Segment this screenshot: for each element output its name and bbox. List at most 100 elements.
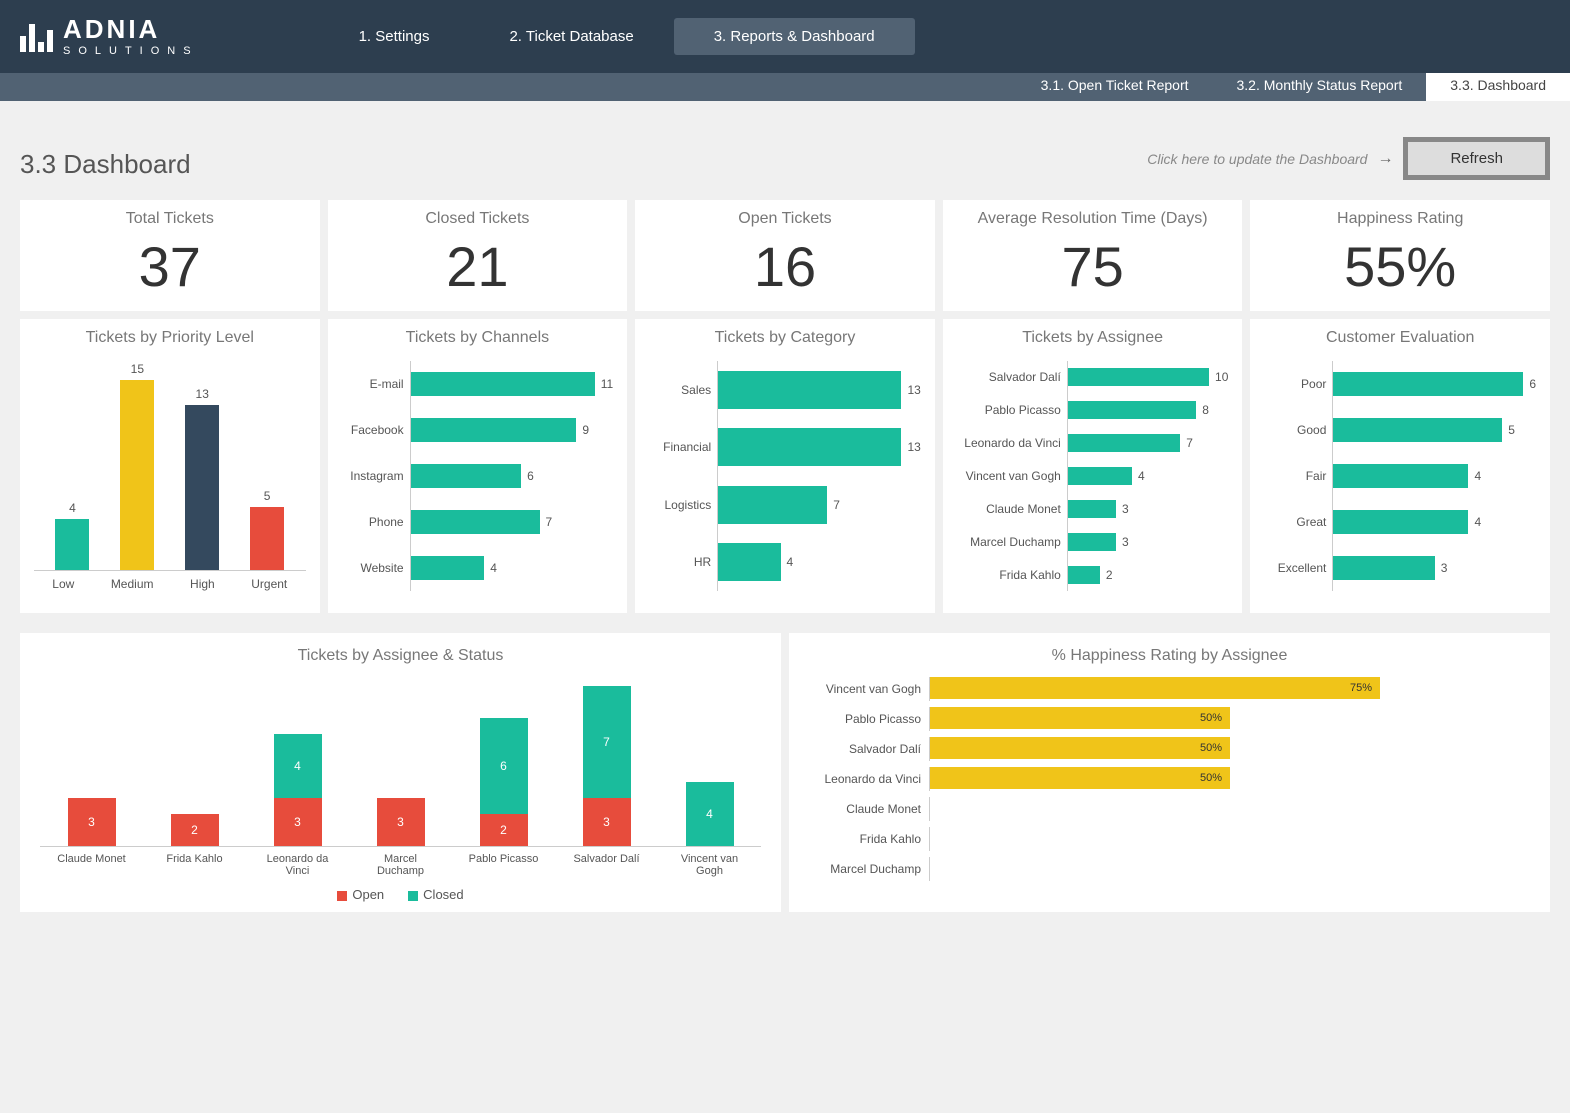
kpi-value: 55% (1250, 234, 1550, 311)
refresh-button[interactable]: Refresh (1403, 137, 1550, 180)
bar-value: 7 (833, 498, 840, 512)
bar: 50% (930, 707, 1230, 729)
bar (1333, 418, 1502, 442)
bar (411, 556, 485, 580)
bar: 50% (930, 767, 1230, 789)
kpi-label: Happiness Rating (1250, 200, 1550, 234)
bar (1068, 533, 1116, 551)
axis-label: Facebook (342, 423, 410, 437)
bar (1333, 464, 1468, 488)
axis-label: Low (52, 577, 74, 591)
bar (411, 372, 595, 396)
bar (1333, 510, 1468, 534)
chart-assignee: Tickets by Assignee Salvador Dalí10Pablo… (943, 319, 1243, 613)
axis-label: Vincent van Gogh (673, 853, 747, 877)
main-nav: 1. Settings 2. Ticket Database 3. Report… (319, 18, 915, 55)
axis-label: Excellent (1264, 561, 1332, 575)
bar-value: 13 (907, 440, 920, 454)
bar (1068, 401, 1196, 419)
axis-label: Leonardo da Vinci (261, 853, 335, 877)
nav-ticket-database[interactable]: 2. Ticket Database (469, 18, 673, 55)
axis-label: Frida Kahlo (158, 853, 232, 877)
chart-category: Tickets by Category Sales13Financial13Lo… (635, 319, 935, 613)
bar (718, 543, 780, 581)
axis-label: Pablo Picasso (809, 712, 929, 726)
kpi-value: 16 (635, 234, 935, 311)
chart-happiness: % Happiness Rating by Assignee Vincent v… (789, 633, 1550, 912)
logo-subtitle: SOLUTIONS (63, 46, 199, 57)
axis-label: Leonardo da Vinci (957, 436, 1067, 450)
bar-value: 13 (196, 387, 209, 401)
refresh-hint: Click here to update the Dashboard (1147, 151, 1367, 167)
bar-value: 4 (1474, 515, 1481, 529)
bar-segment: 3 (377, 798, 425, 846)
axis-label: HR (649, 555, 717, 569)
kpi-avg-resolution: Average Resolution Time (Days)75 (943, 200, 1243, 311)
kpi-open-tickets: Open Tickets16 (635, 200, 935, 311)
dashboard-grid: Total Tickets37 Closed Tickets21 Open Ti… (0, 180, 1570, 633)
bar-segment: 4 (274, 734, 322, 798)
axis-label: Salvador Dalí (570, 853, 644, 877)
subnav-open-ticket[interactable]: 3.1. Open Ticket Report (1017, 73, 1213, 101)
bar-value: 8 (1202, 403, 1209, 417)
bar-value: 5 (1508, 423, 1515, 437)
subnav-dashboard[interactable]: 3.3. Dashboard (1426, 73, 1570, 101)
axis-label: Marcel Duchamp (364, 853, 438, 877)
axis-label: Leonardo da Vinci (809, 772, 929, 786)
subnav-monthly-status[interactable]: 3.2. Monthly Status Report (1213, 73, 1427, 101)
bar-segment: 3 (583, 798, 631, 846)
bar-value: 6 (527, 469, 534, 483)
axis-label: Claude Monet (55, 853, 129, 877)
bar: 50% (930, 737, 1230, 759)
axis-label: High (190, 577, 215, 591)
bar-value: 9 (582, 423, 589, 437)
legend-closed: Closed (408, 887, 463, 902)
axis-label: Sales (649, 383, 717, 397)
axis-label: Logistics (649, 498, 717, 512)
kpi-value: 37 (20, 234, 320, 311)
axis-label: Claude Monet (809, 802, 929, 816)
nav-reports-dashboard[interactable]: 3. Reports & Dashboard (674, 18, 915, 55)
bar-segment: 6 (480, 718, 528, 814)
bar-value: 4 (69, 501, 76, 515)
kpi-total-tickets: Total Tickets37 (20, 200, 320, 311)
bar: 75% (930, 677, 1380, 699)
bar (55, 519, 89, 570)
sub-nav: 3.1. Open Ticket Report 3.2. Monthly Sta… (1017, 73, 1570, 101)
kpi-closed-tickets: Closed Tickets21 (328, 200, 628, 311)
bar (1333, 556, 1434, 580)
chart-title: Tickets by Category (635, 319, 935, 353)
bar-value: 7 (1186, 436, 1193, 450)
kpi-label: Total Tickets (20, 200, 320, 234)
bar-value: 7 (546, 515, 553, 529)
bar-segment: 2 (171, 814, 219, 846)
axis-label: Pablo Picasso (467, 853, 541, 877)
axis-label: Instagram (342, 469, 410, 483)
bar (411, 510, 540, 534)
bar-value: 13 (907, 383, 920, 397)
kpi-value: 21 (328, 234, 628, 311)
axis-label: Vincent van Gogh (957, 469, 1067, 483)
chart-stacked: Tickets by Assignee & Status 3234326374C… (20, 633, 781, 912)
chart-priority: Tickets by Priority Level 415135LowMediu… (20, 319, 320, 613)
kpi-label: Open Tickets (635, 200, 935, 234)
axis-label: E-mail (342, 377, 410, 391)
axis-label: Claude Monet (957, 502, 1067, 516)
logo: ADNIA SOLUTIONS (20, 16, 199, 57)
legend: Open Closed (40, 877, 761, 902)
kpi-label: Average Resolution Time (Days) (943, 200, 1243, 234)
bar (1068, 434, 1180, 452)
bar (1333, 372, 1523, 396)
bar (411, 464, 522, 488)
bar (120, 380, 154, 570)
bar-value: 2 (1106, 568, 1113, 582)
axis-label: Medium (111, 577, 154, 591)
title-row: 3.3 Dashboard Click here to update the D… (0, 101, 1570, 180)
bar-value: 6 (1529, 377, 1536, 391)
nav-settings[interactable]: 1. Settings (319, 18, 470, 55)
axis-label: Great (1264, 515, 1332, 529)
bar-segment: 4 (686, 782, 734, 846)
chart-title: Tickets by Assignee (943, 319, 1243, 353)
bar (250, 507, 284, 570)
axis-label: Frida Kahlo (957, 568, 1067, 582)
